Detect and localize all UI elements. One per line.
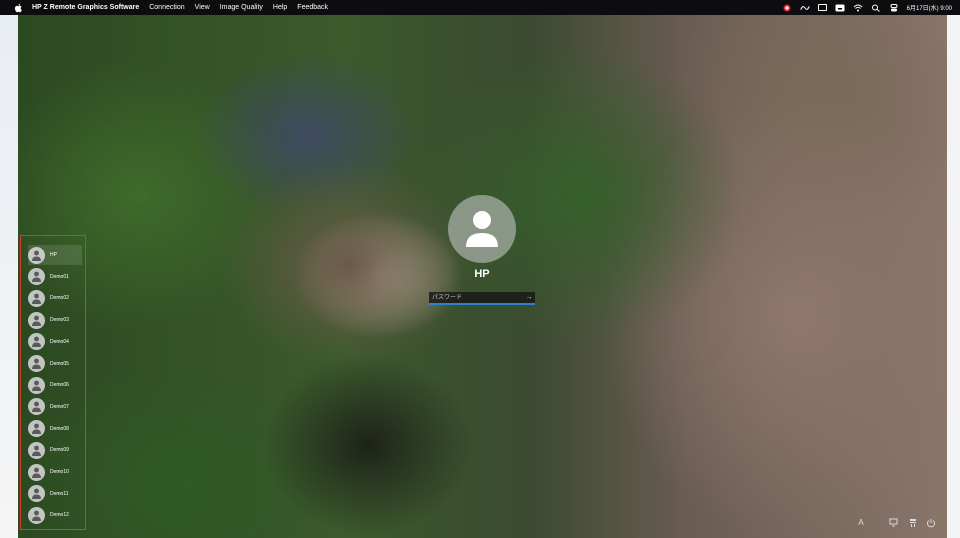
host-desktop-edge-left (0, 15, 18, 538)
user-avatar (28, 246, 45, 264)
user-icon (466, 211, 498, 247)
user-list-label: Demo11 (50, 490, 69, 497)
user-icon (32, 358, 41, 369)
user-avatar (28, 333, 45, 351)
user-list-item[interactable]: Demo02 (28, 288, 82, 308)
user-list-label: Demo12 (50, 512, 69, 519)
user-avatar (28, 376, 45, 394)
user-list-item[interactable]: Demo06 (28, 375, 82, 395)
user-icon (32, 271, 41, 283)
user-avatar (28, 441, 45, 459)
keyboard-icon[interactable] (835, 4, 845, 12)
user-icon (32, 336, 41, 348)
menubar-clock[interactable]: 6月17日(水) 9:00 (907, 3, 952, 12)
user-avatar (28, 420, 45, 438)
login-user-name: HP (474, 268, 490, 280)
menu-view[interactable]: View (195, 4, 210, 11)
user-icon (32, 488, 41, 500)
password-input[interactable] (429, 292, 526, 303)
user-list-item[interactable]: HP (28, 245, 82, 265)
user-icon (32, 510, 41, 521)
language-indicator[interactable]: A (856, 518, 866, 528)
remote-login-screen: HP → A (18, 15, 947, 538)
user-list-item[interactable]: Demo05 (28, 354, 82, 374)
user-list-item[interactable]: Demo09 (28, 440, 82, 460)
user-list-label: Demo06 (50, 382, 69, 389)
control-center-icon[interactable] (889, 3, 899, 12)
user-list-item[interactable]: Demo04 (28, 332, 82, 352)
user-list-label: Demo08 (50, 425, 69, 432)
status-area: 6月17日(水) 9:00 (782, 0, 952, 15)
user-icon (32, 380, 41, 391)
menu-connection[interactable]: Connection (149, 4, 184, 11)
user-list-label: Demo01 (50, 273, 69, 280)
user-icon (32, 250, 41, 261)
user-list-label: Demo05 (50, 360, 69, 367)
user-list-label: HP (50, 252, 57, 258)
user-avatar (28, 506, 45, 524)
menu-image-quality[interactable]: Image Quality (220, 4, 263, 11)
menu-bar: HP Z Remote Graphics Software Connection… (0, 0, 960, 15)
user-list-item[interactable]: Demo08 (28, 419, 82, 439)
user-avatar (28, 398, 45, 416)
user-list-label: Demo09 (50, 447, 69, 454)
user-icon (32, 293, 41, 304)
user-list-item[interactable]: Demo03 (28, 310, 82, 330)
user-icon (32, 315, 41, 326)
menu-feedback[interactable]: Feedback (297, 4, 328, 11)
battery-icon[interactable] (817, 4, 827, 11)
apple-logo-icon[interactable] (13, 3, 23, 13)
meta-icon[interactable] (799, 4, 810, 12)
record-icon[interactable] (782, 4, 792, 12)
user-avatar (28, 268, 45, 286)
user-icon (32, 423, 41, 435)
wifi-icon[interactable] (853, 4, 863, 12)
user-avatar (28, 311, 45, 329)
search-icon[interactable] (871, 4, 881, 12)
password-field[interactable]: → (429, 292, 535, 305)
user-list-label: Demo07 (50, 403, 69, 410)
menu-app-name[interactable]: HP Z Remote Graphics Software (32, 4, 139, 11)
user-icon (32, 401, 41, 413)
host-desktop-edge-right (947, 15, 960, 538)
power-icon[interactable] (926, 518, 936, 528)
user-list-label: Demo03 (50, 317, 69, 324)
user-list-label: Demo10 (50, 469, 69, 475)
user-list-label: Demo04 (50, 338, 69, 345)
user-avatar-large (448, 195, 516, 263)
user-list-item[interactable]: Demo11 (28, 484, 82, 504)
network-icon[interactable] (889, 518, 899, 528)
user-avatar (28, 463, 45, 481)
menu-help[interactable]: Help (273, 4, 287, 11)
user-icon (32, 445, 41, 456)
user-avatar (28, 289, 45, 307)
user-list-item[interactable]: Demo12 (28, 505, 82, 525)
user-avatar (28, 355, 45, 372)
user-list-item[interactable]: Demo10 (28, 462, 82, 482)
user-list-highlight: HP Demo01 Demo02 Demo03 Demo04 Demo05 Demo06 De… (20, 235, 86, 530)
submit-arrow-button[interactable]: → (524, 292, 534, 303)
user-icon (32, 467, 41, 478)
user-avatar (28, 485, 45, 503)
accessibility-icon[interactable] (908, 518, 918, 528)
user-list-label: Demo02 (50, 295, 69, 302)
user-list-item[interactable]: Demo07 (28, 397, 82, 417)
user-list-item[interactable]: Demo01 (28, 267, 82, 287)
